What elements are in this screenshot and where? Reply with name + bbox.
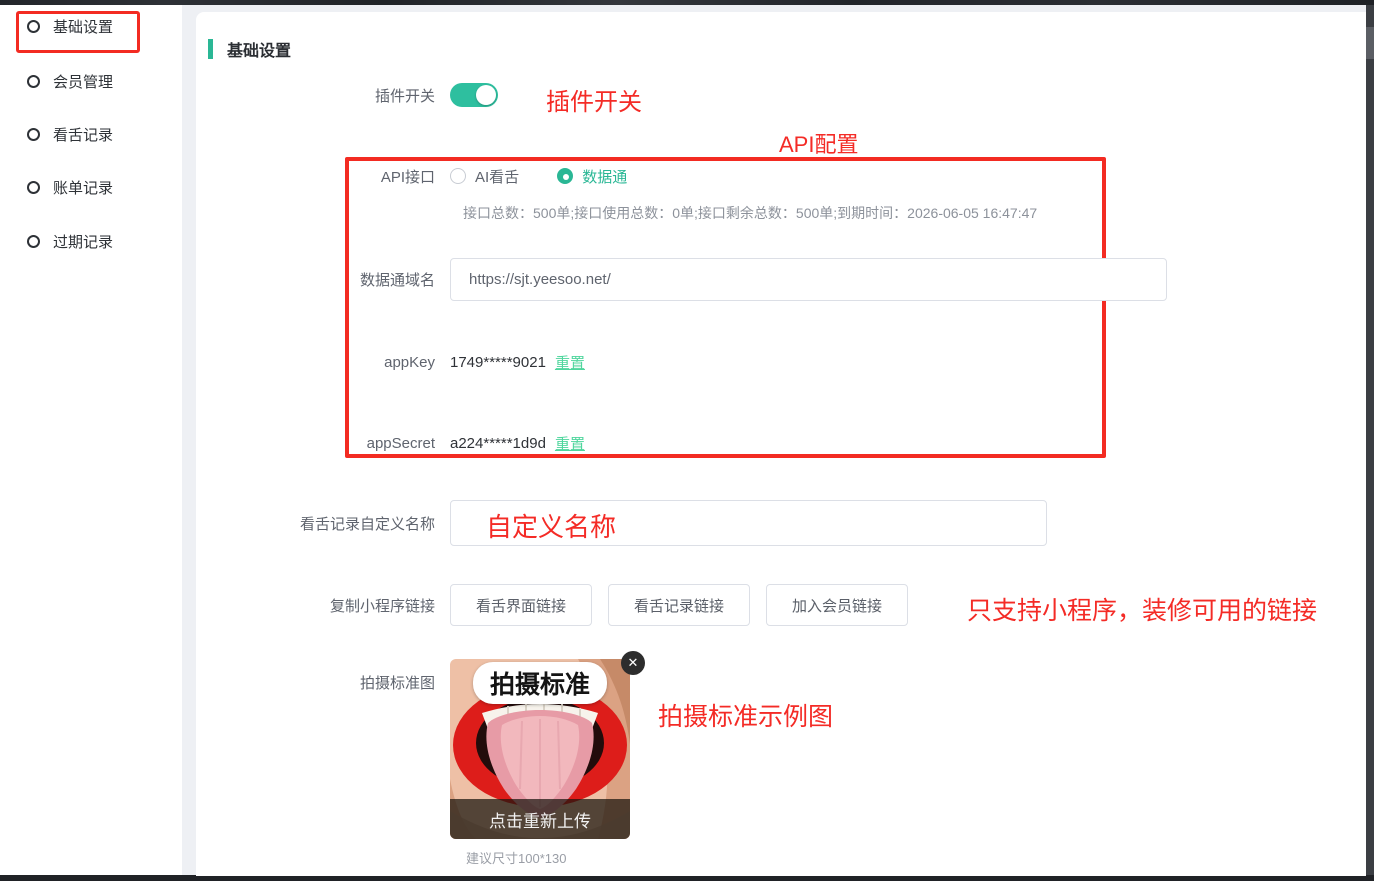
sidebar-item-billing-records[interactable]: 账单记录 bbox=[27, 176, 113, 198]
sidebar-item-label: 会员管理 bbox=[53, 71, 113, 92]
circle-bullet-icon bbox=[27, 20, 40, 33]
appkey-value: 1749*****9021 bbox=[450, 354, 546, 371]
api-interface-radio-group: AI看舌 数据通 bbox=[450, 166, 665, 187]
annotation-api-config: API配置 bbox=[779, 127, 858, 159]
appsecret-reset-link[interactable]: 重置 bbox=[555, 433, 585, 454]
circle-bullet-icon bbox=[27, 181, 40, 194]
domain-input[interactable] bbox=[450, 258, 1167, 301]
api-quota-info: 接口总数：500单;接口使用总数：0单;接口剩余总数：500单;到期时间：202… bbox=[463, 203, 1037, 223]
section-header: 基础设置 bbox=[208, 37, 291, 61]
circle-bullet-icon bbox=[27, 75, 40, 88]
api-interface-label: API接口 bbox=[196, 166, 450, 187]
annotation-plugin-switch: 插件开关 bbox=[546, 82, 642, 117]
appsecret-value: a224*****1d9d bbox=[450, 435, 546, 452]
sidebar-item-expired-records[interactable]: 过期记录 bbox=[27, 230, 113, 252]
api-interface-row: API接口 AI看舌 数据通 bbox=[196, 164, 665, 188]
appkey-label: appKey bbox=[196, 354, 450, 371]
appsecret-row: appSecret a224*****1d9d 重置 bbox=[196, 431, 585, 455]
mini-links-row: 复制小程序链接 看舌界面链接 看舌记录链接 加入会员链接 bbox=[196, 584, 924, 626]
photo-standard-row: 拍摄标准图 拍摄标准 bbox=[196, 659, 630, 839]
photo-standard-badge: 拍摄标准 bbox=[473, 662, 607, 704]
appkey-reset-link[interactable]: 重置 bbox=[555, 352, 585, 373]
join-member-link-button[interactable]: 加入会员链接 bbox=[766, 584, 908, 626]
page-title: 基础设置 bbox=[227, 37, 291, 61]
tongue-ui-link-button[interactable]: 看舌界面链接 bbox=[450, 584, 592, 626]
sidebar-item-label: 基础设置 bbox=[53, 16, 113, 37]
reupload-label: 点击重新上传 bbox=[489, 807, 591, 832]
reupload-overlay[interactable]: 点击重新上传 bbox=[450, 799, 630, 839]
plugin-switch-row: 插件开关 bbox=[196, 83, 498, 107]
circle-bullet-icon bbox=[27, 128, 40, 141]
photo-size-hint: 建议尺寸100*130 bbox=[466, 848, 566, 867]
domain-label: 数据通域名 bbox=[196, 269, 450, 290]
domain-row: 数据通域名 bbox=[196, 258, 1167, 301]
custom-name-input[interactable] bbox=[450, 500, 1047, 546]
circle-bullet-icon bbox=[27, 235, 40, 248]
sidebar-item-label: 看舌记录 bbox=[53, 124, 113, 145]
close-icon[interactable]: ✕ bbox=[621, 651, 645, 675]
sidebar-item-tongue-records[interactable]: 看舌记录 bbox=[27, 123, 113, 145]
mini-links-label: 复制小程序链接 bbox=[196, 595, 450, 616]
scrollbar-thumb[interactable] bbox=[1366, 27, 1374, 59]
scrollbar-track[interactable] bbox=[1366, 5, 1374, 881]
toggle-knob-icon bbox=[476, 85, 496, 105]
plugin-switch-toggle[interactable] bbox=[450, 83, 498, 107]
radio-label: 数据通 bbox=[582, 166, 627, 187]
radio-unselected-icon bbox=[450, 168, 466, 184]
radio-data-link[interactable]: 数据通 bbox=[557, 166, 627, 187]
sidebar-item-member-management[interactable]: 会员管理 bbox=[27, 70, 113, 92]
custom-name-row: 看舌记录自定义名称 bbox=[196, 500, 1047, 546]
radio-ai-tongue[interactable]: AI看舌 bbox=[450, 166, 519, 187]
browser-top-edge bbox=[0, 0, 1374, 5]
custom-name-label: 看舌记录自定义名称 bbox=[196, 513, 450, 534]
tongue-record-link-button[interactable]: 看舌记录链接 bbox=[608, 584, 750, 626]
settings-sidebar: 基础设置 会员管理 看舌记录 账单记录 过期记录 bbox=[0, 5, 182, 875]
sidebar-item-basic-settings[interactable]: 基础设置 bbox=[27, 15, 113, 37]
radio-label: AI看舌 bbox=[475, 166, 519, 187]
photo-standard-uploader[interactable]: 拍摄标准 点击重新上传 ✕ bbox=[450, 659, 630, 839]
appkey-row: appKey 1749*****9021 重置 bbox=[196, 350, 585, 374]
appsecret-label: appSecret bbox=[196, 435, 450, 452]
sidebar-item-label: 过期记录 bbox=[53, 231, 113, 252]
sidebar-item-label: 账单记录 bbox=[53, 177, 113, 198]
basic-settings-panel: 基础设置 插件开关 插件开关 API配置 API接口 AI看舌 数据通 接口总数… bbox=[196, 12, 1366, 876]
photo-standard-label: 拍摄标准图 bbox=[196, 672, 450, 693]
plugin-switch-label: 插件开关 bbox=[196, 85, 450, 106]
section-accent-bar bbox=[208, 39, 213, 59]
radio-selected-icon bbox=[557, 168, 573, 184]
annotation-photo-standard: 拍摄标准示例图 bbox=[658, 697, 833, 733]
annotation-mini-links: 只支持小程序，装修可用的链接 bbox=[967, 591, 1317, 627]
